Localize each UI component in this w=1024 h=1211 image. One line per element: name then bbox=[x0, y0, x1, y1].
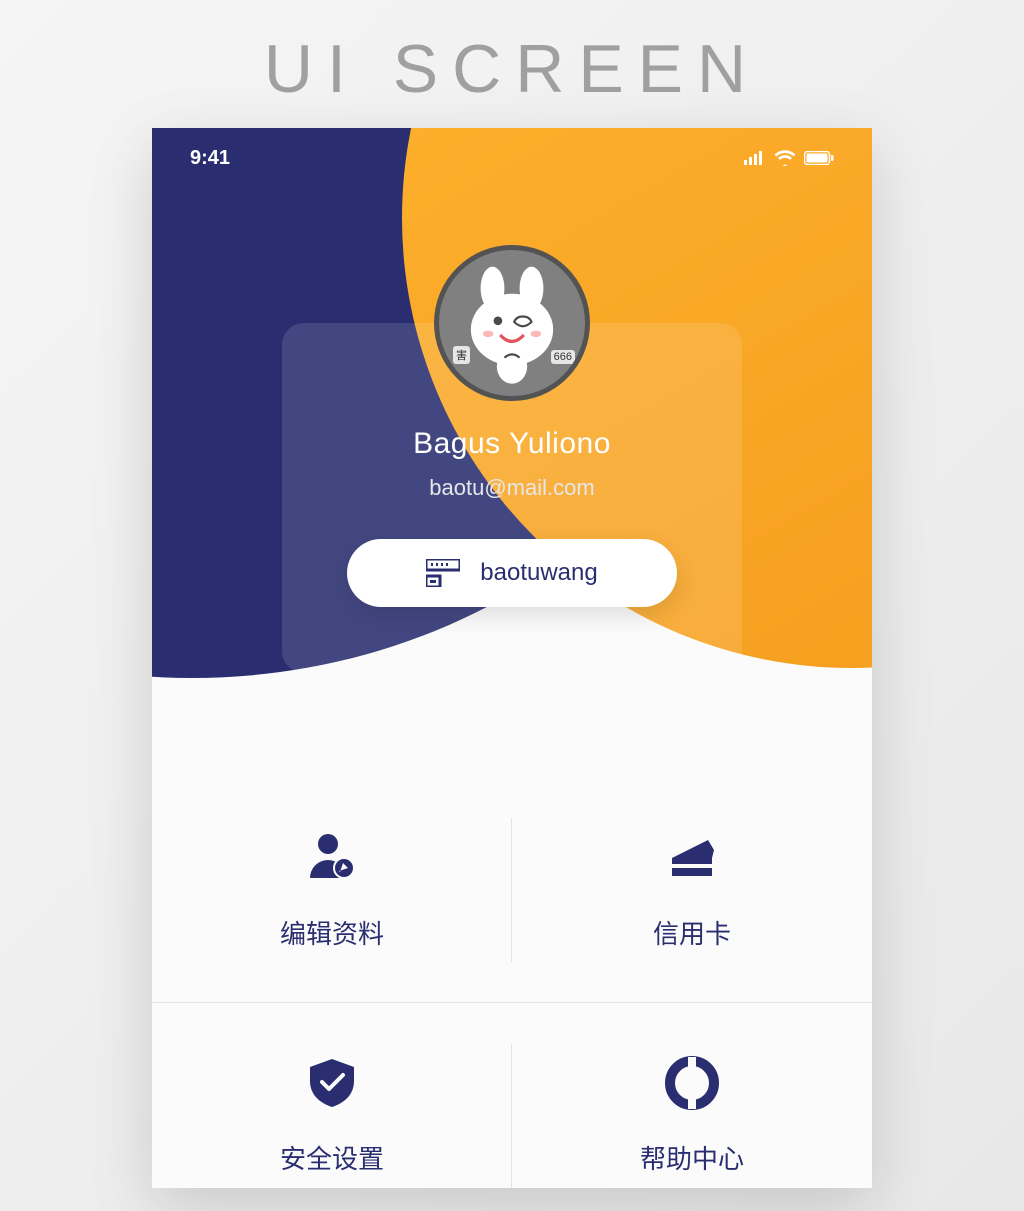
profile-card: 害 666 Bagus Yuliono baotu@mail.com baotu… bbox=[282, 323, 742, 673]
menu-grid: 编辑资料 信用卡 安全设置 帮助中心 bbox=[152, 778, 872, 1188]
menu-item-label: 编辑资料 bbox=[280, 914, 384, 951]
card-icon bbox=[664, 830, 720, 886]
avatar-tag-right: 666 bbox=[551, 350, 575, 364]
menu-item-edit-profile[interactable]: 编辑资料 bbox=[152, 778, 512, 1003]
user-edit-icon bbox=[304, 830, 360, 886]
menu-item-help[interactable]: 帮助中心 bbox=[512, 1003, 872, 1188]
menu-item-credit-card[interactable]: 信用卡 bbox=[512, 778, 872, 1003]
help-icon bbox=[664, 1055, 720, 1111]
menu-item-label: 帮助中心 bbox=[640, 1139, 744, 1176]
avatar[interactable]: 害 666 bbox=[434, 245, 590, 401]
wifi-icon bbox=[774, 150, 796, 166]
avatar-character-icon bbox=[447, 258, 577, 388]
status-bar: 9:41 bbox=[152, 128, 872, 188]
avatar-tag-left: 害 bbox=[453, 346, 470, 364]
cellular-icon bbox=[744, 151, 766, 165]
barcode-icon bbox=[426, 559, 460, 587]
profile-email: baotu@mail.com bbox=[429, 475, 594, 501]
shield-icon bbox=[304, 1055, 360, 1111]
phone-frame: 9:41 bbox=[152, 128, 872, 1188]
profile-name: Bagus Yuliono bbox=[413, 427, 611, 461]
menu-item-security[interactable]: 安全设置 bbox=[152, 1003, 512, 1188]
status-time: 9:41 bbox=[190, 147, 230, 170]
menu-item-label: 信用卡 bbox=[653, 914, 731, 951]
profile-id-label: baotuwang bbox=[480, 559, 597, 587]
menu-item-label: 安全设置 bbox=[280, 1139, 384, 1176]
battery-icon bbox=[804, 151, 834, 165]
page-title: UI SCREEN bbox=[0, 0, 1024, 128]
status-indicators bbox=[744, 150, 834, 166]
profile-id-button[interactable]: baotuwang bbox=[347, 539, 677, 607]
